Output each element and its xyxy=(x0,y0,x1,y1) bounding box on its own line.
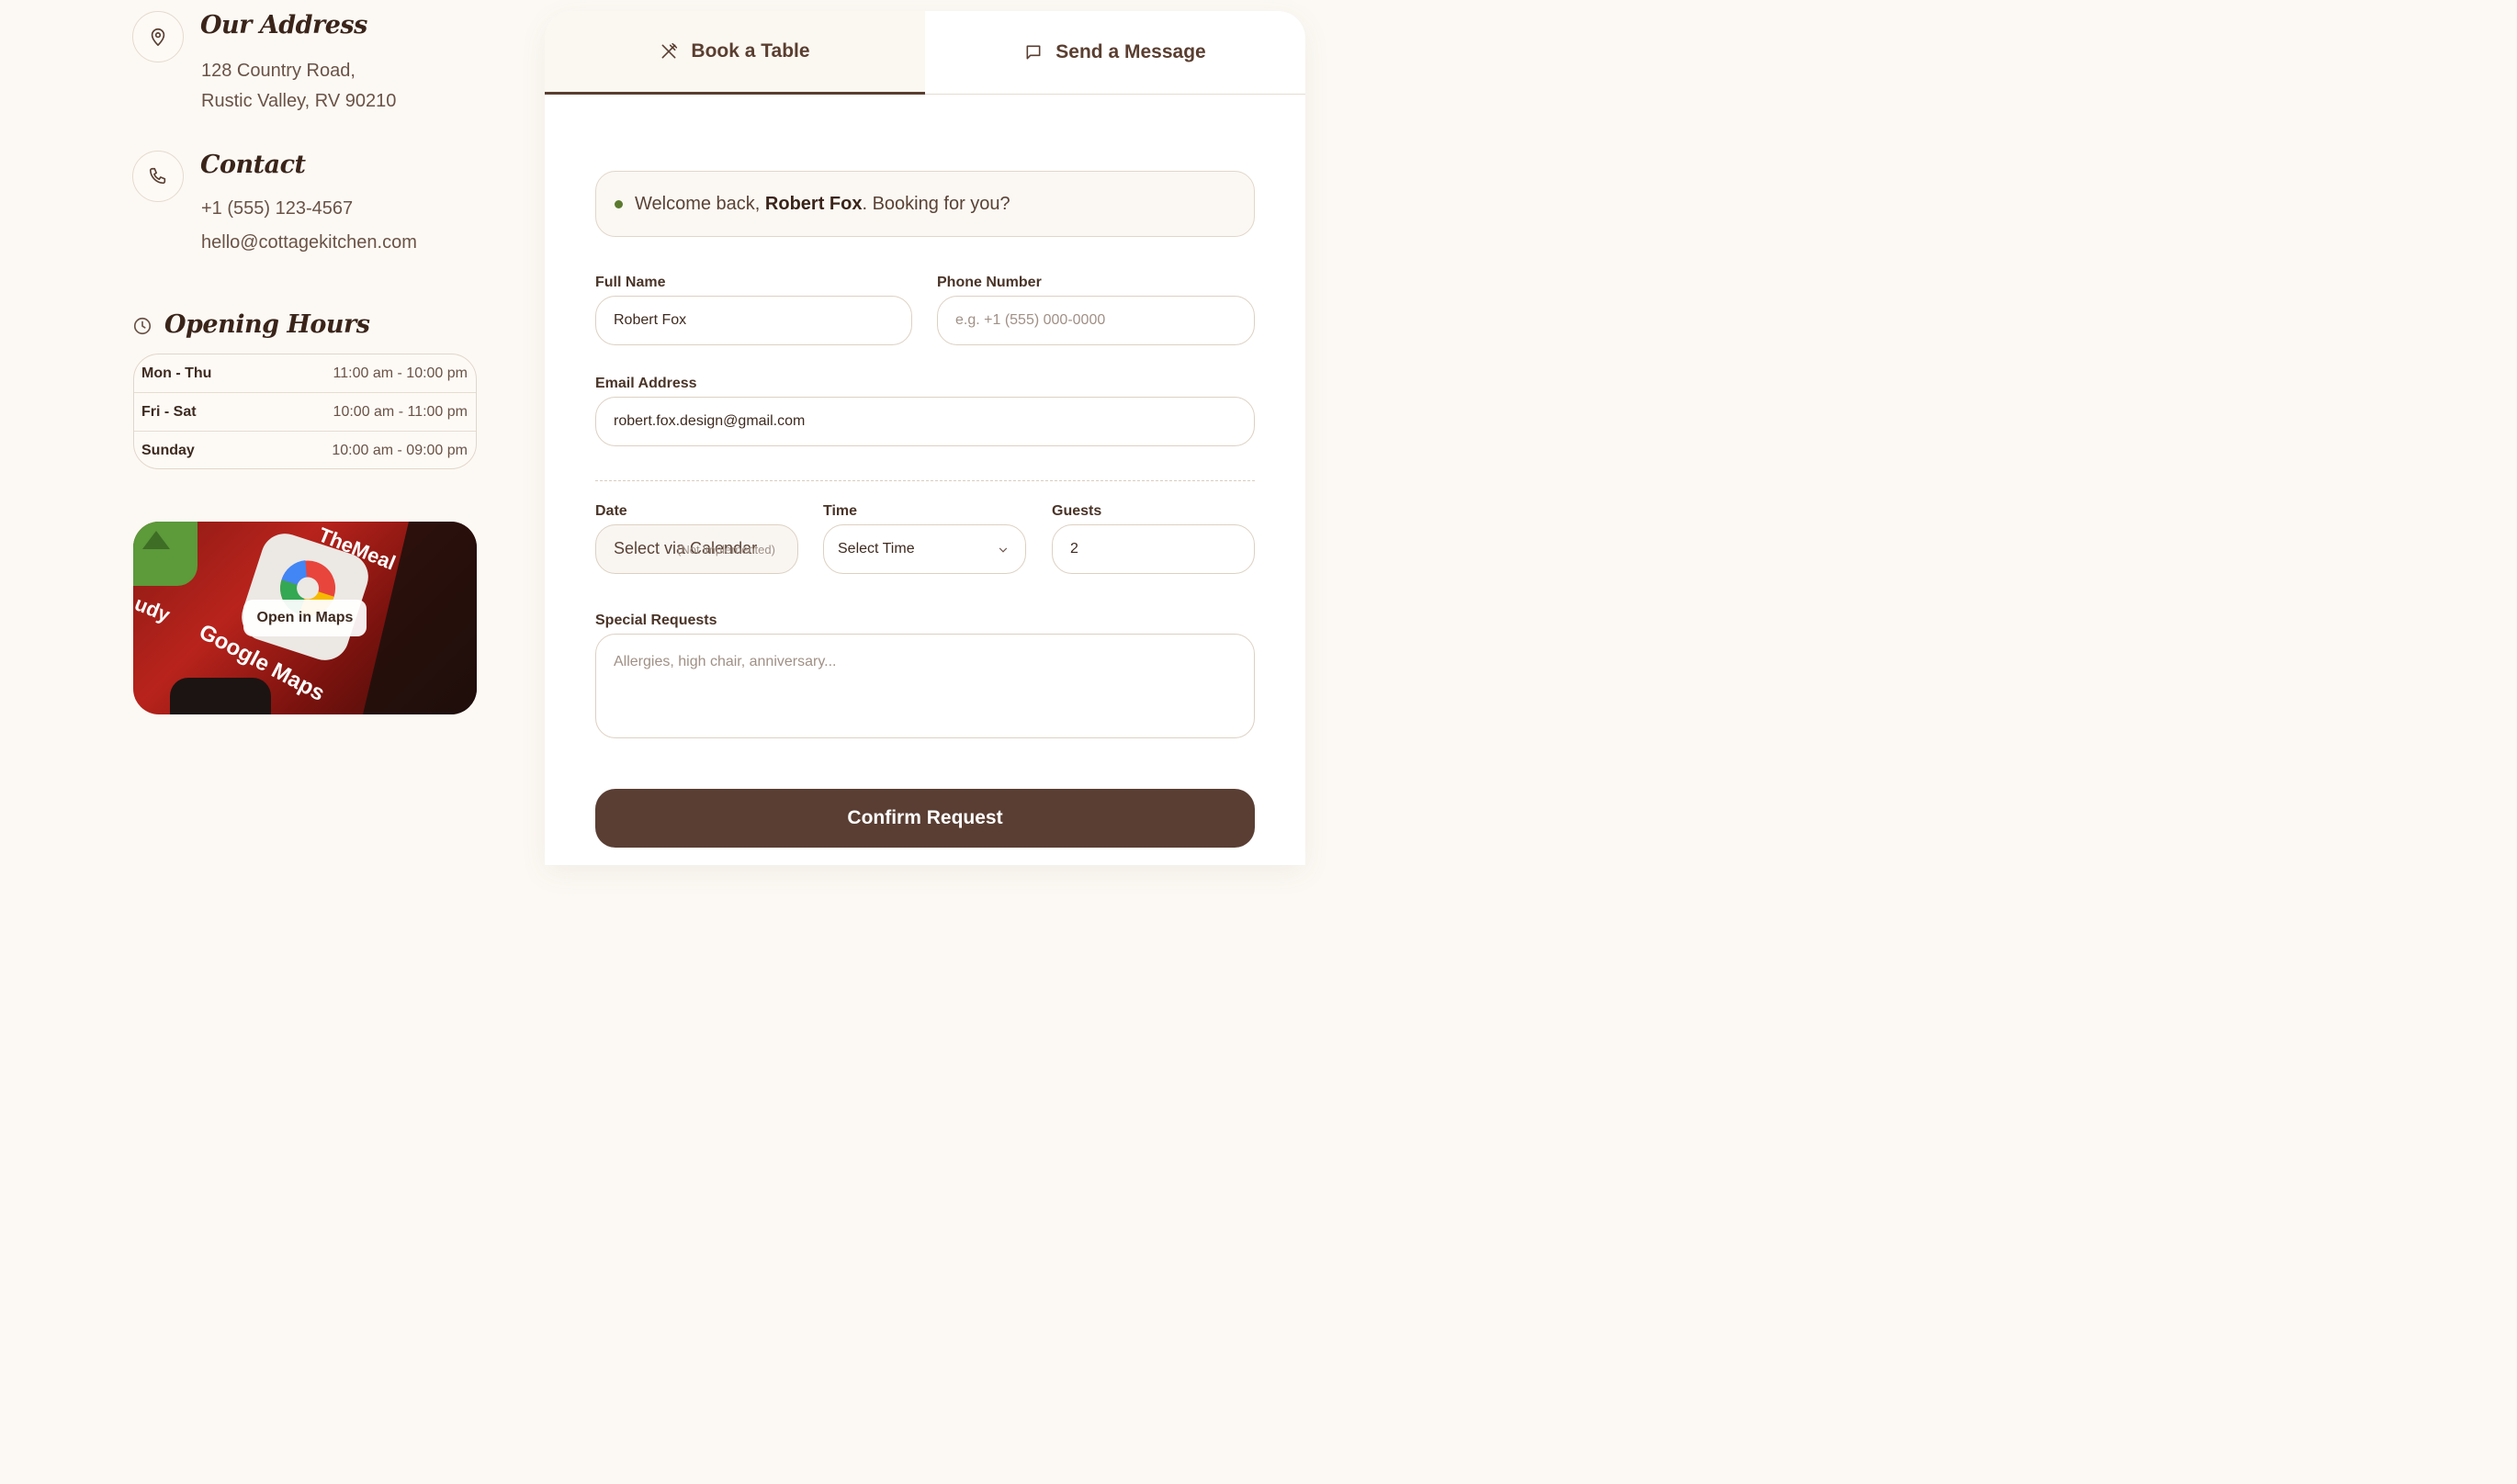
tab-label: Send a Message xyxy=(1055,41,1206,62)
contact-heading: Contact xyxy=(200,151,306,179)
phone-icon-circle xyxy=(132,151,184,202)
contact-email[interactable]: hello@cottagekitchen.com xyxy=(201,228,417,258)
map-pin-icon xyxy=(151,28,165,46)
hours-row: Fri - Sat 10:00 am - 11:00 pm xyxy=(134,393,476,432)
booking-tabs: Book a Table Send a Message xyxy=(545,11,1305,95)
clock-icon xyxy=(133,317,152,335)
message-icon xyxy=(1026,45,1041,60)
section-divider xyxy=(595,480,1255,481)
hours-table: Mon - Thu 11:00 am - 10:00 pm Fri - Sat … xyxy=(133,354,477,469)
phone-icon xyxy=(149,167,166,185)
special-requests-label: Special Requests xyxy=(595,613,717,628)
welcome-banner: Welcome back, Robert Fox. Booking for yo… xyxy=(595,171,1255,237)
tab-book-a-table[interactable]: Book a Table xyxy=(545,11,925,95)
welcome-name: Robert Fox xyxy=(764,193,863,214)
hours-heading: Opening Hours xyxy=(164,310,370,339)
time-label: Time xyxy=(823,503,858,519)
hours-day: Fri - Sat xyxy=(141,403,197,420)
guests-label: Guests xyxy=(1052,503,1102,519)
date-field[interactable]: Select via Calendar (Not implemented) xyxy=(595,524,798,574)
full-name-label: Full Name xyxy=(595,275,666,290)
welcome-suffix: . Booking for you? xyxy=(862,193,1010,214)
date-label: Date xyxy=(595,503,627,519)
full-name-field[interactable]: Robert Fox xyxy=(595,296,912,345)
hours-time: 10:00 am - 09:00 pm xyxy=(332,443,468,458)
hours-day: Sunday xyxy=(141,443,195,458)
address-heading: Our Address xyxy=(200,11,367,39)
tab-label: Book a Table xyxy=(691,40,810,62)
email-label: Email Address xyxy=(595,376,697,391)
booking-card: Book a Table Send a Message Welcome back… xyxy=(545,11,1305,865)
hours-row: Mon - Thu 11:00 am - 10:00 pm xyxy=(134,354,476,393)
hours-time: 11:00 am - 10:00 pm xyxy=(333,365,468,381)
hours-row: Sunday 10:00 am - 09:00 pm xyxy=(134,432,476,468)
cutlery-icon xyxy=(661,42,678,59)
time-select[interactable]: Select Time xyxy=(823,524,1026,574)
hours-time: 10:00 am - 11:00 pm xyxy=(333,403,468,420)
hours-day: Mon - Thu xyxy=(141,365,212,381)
guests-field[interactable]: 2 xyxy=(1052,524,1255,574)
email-field[interactable]: robert.fox.design@gmail.com xyxy=(595,397,1255,446)
address-line-1: 128 Country Road, xyxy=(201,61,356,81)
time-value: Select Time xyxy=(838,541,915,556)
date-hint: (Not implemented) xyxy=(677,543,775,556)
contact-phone[interactable]: +1 (555) 123-4567 xyxy=(201,194,353,224)
map-pin-icon-circle xyxy=(132,11,184,62)
status-dot xyxy=(615,199,623,208)
welcome-prefix: Welcome back, xyxy=(635,193,765,214)
phone-field[interactable]: e.g. +1 (555) 000-0000 xyxy=(937,296,1255,345)
chevron-down-icon xyxy=(999,547,1008,553)
open-in-maps-button[interactable]: Open in Maps xyxy=(243,600,367,636)
phone-label: Phone Number xyxy=(937,275,1042,290)
svg-text:udy: udy xyxy=(133,591,174,626)
confirm-request-button[interactable]: Confirm Request xyxy=(595,789,1255,848)
map-preview[interactable]: TheMeal Google Maps udy Open in Maps xyxy=(133,522,477,714)
address-line-2: Rustic Valley, RV 90210 xyxy=(201,91,397,111)
tab-send-a-message[interactable]: Send a Message xyxy=(925,11,1305,95)
special-requests-textarea[interactable]: Allergies, high chair, anniversary... xyxy=(595,634,1255,738)
